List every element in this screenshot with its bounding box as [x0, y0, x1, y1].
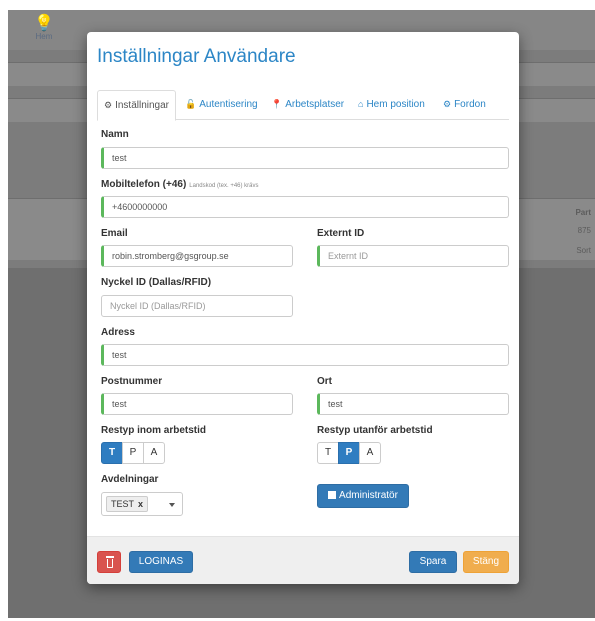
trip-type-work-option-t[interactable]: T	[101, 442, 123, 464]
modal-title: Inställningar Användare	[97, 46, 296, 67]
email-field[interactable]	[101, 245, 293, 267]
lightbulb-icon: 💡	[34, 15, 54, 32]
administrator-label: Administratör	[339, 490, 398, 501]
name-field[interactable]	[101, 147, 509, 169]
trip-type-work-option-a[interactable]: A	[143, 442, 165, 464]
tab-label: Fordon	[454, 99, 486, 110]
tab-label: Hem position	[366, 99, 425, 110]
gears-icon: ⚙	[443, 99, 452, 109]
close-button[interactable]: Stäng	[463, 551, 509, 573]
tab-label: Arbetsplatser	[285, 99, 345, 110]
home-icon: ⌂	[358, 99, 364, 109]
trip-type-off-option-p[interactable]: P	[338, 442, 360, 464]
tab-label: Autentisering	[199, 99, 258, 110]
background-column-header: Part	[575, 208, 591, 217]
gear-icon: ⚙	[104, 100, 113, 110]
trip-type-off-group: T P A	[317, 442, 381, 464]
address-label: Adress	[101, 327, 135, 338]
delete-button[interactable]	[97, 551, 121, 573]
trip-type-off-label: Restyp utanför arbetstid	[317, 425, 433, 436]
external-id-label: Externt ID	[317, 228, 365, 239]
loginas-button[interactable]: LOGINAS	[129, 551, 193, 573]
checkbox-icon	[328, 491, 337, 499]
settings-tabs: ⚙ Inställningar 🔓 Autentisering 📍 Arbetspla…	[97, 90, 509, 121]
background-table-cell: Sort	[576, 246, 591, 255]
tab-fordon[interactable]: ⚙ Fordon	[437, 90, 492, 120]
tab-label: Inställningar	[115, 100, 169, 111]
external-id-field[interactable]	[317, 245, 509, 267]
city-field[interactable]	[317, 393, 509, 415]
lock-icon: 🔓	[185, 99, 197, 109]
key-id-label: Nyckel ID (Dallas/RFID)	[101, 277, 212, 288]
mobile-hint: Landskod (tex. +46) krävs	[189, 183, 259, 189]
departments-label: Avdelningar	[101, 474, 159, 485]
postcode-field[interactable]	[101, 393, 293, 415]
tab-autentisering[interactable]: 🔓 Autentisering	[179, 90, 264, 120]
mobile-label: Mobiltelefon (+46) Landskod (tex. +46) kr…	[101, 179, 259, 190]
email-label: Email	[101, 228, 128, 239]
department-token-label: TEST	[111, 499, 135, 509]
trip-type-off-option-a[interactable]: A	[359, 442, 381, 464]
save-button[interactable]: Spara	[409, 551, 457, 573]
mobile-label-text: Mobiltelefon (+46)	[101, 179, 187, 190]
mobile-field[interactable]	[101, 196, 509, 218]
background-table-cell: 875	[577, 226, 591, 235]
remove-token-icon[interactable]: x	[138, 499, 143, 509]
administrator-toggle[interactable]: Administratör	[317, 484, 409, 508]
city-label: Ort	[317, 376, 332, 387]
modal-footer: LOGINAS Spara Stäng	[87, 536, 519, 584]
key-id-field[interactable]	[101, 295, 293, 317]
tab-arbetsplatser[interactable]: 📍 Arbetsplatser	[265, 90, 350, 120]
background-home-label: Hem	[35, 32, 53, 41]
address-field[interactable]	[101, 344, 509, 366]
user-settings-modal: Inställningar Användare ⚙ Inställningar 🔓…	[87, 32, 519, 584]
trip-type-work-group: T P A	[101, 442, 165, 464]
background-home-nav: 💡 Hem	[34, 15, 54, 42]
tab-hem-position[interactable]: ⌂ Hem position	[352, 90, 431, 120]
chevron-down-icon	[169, 503, 175, 507]
trip-type-work-option-p[interactable]: P	[122, 442, 144, 464]
trip-type-off-option-t[interactable]: T	[317, 442, 339, 464]
department-token: TEST x	[106, 496, 149, 512]
postcode-label: Postnummer	[101, 376, 163, 387]
tab-installningar[interactable]: ⚙ Inställningar	[97, 90, 176, 121]
name-label: Namn	[101, 129, 129, 140]
map-marker-icon: 📍	[271, 99, 283, 109]
departments-select[interactable]: TEST x	[101, 492, 183, 516]
trip-type-work-label: Restyp inom arbetstid	[101, 425, 207, 436]
